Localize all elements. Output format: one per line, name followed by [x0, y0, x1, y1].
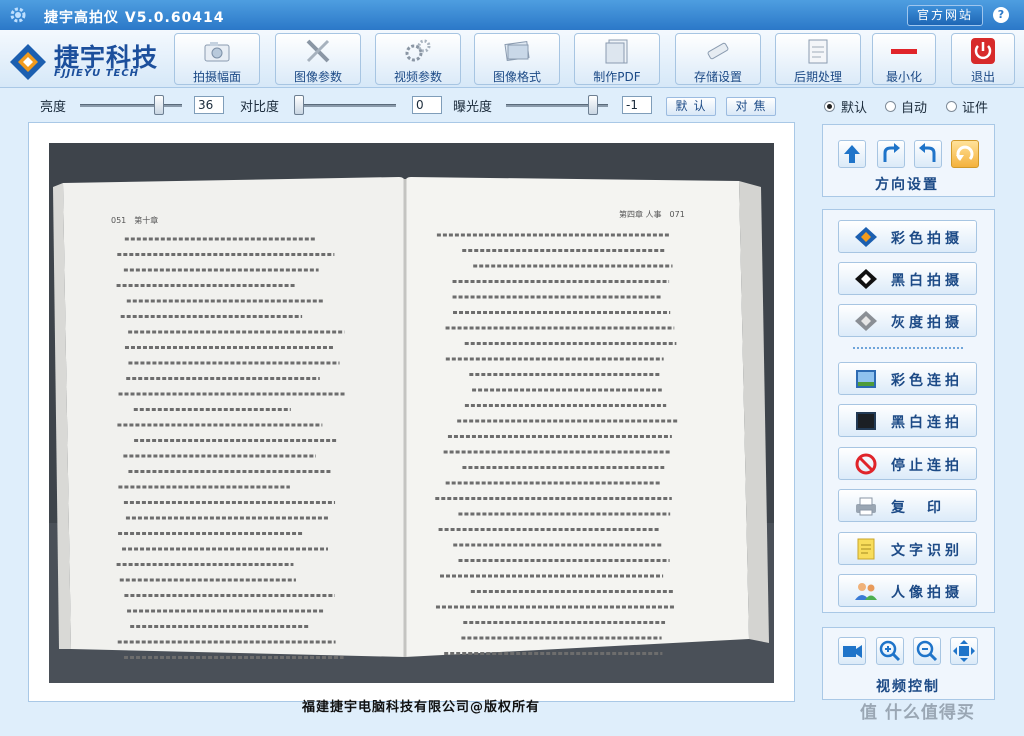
color-capture-icon — [855, 227, 877, 247]
watermark: 值 什么值得买 — [860, 703, 975, 723]
logo-subtitle: FJJIEYU TECH — [54, 68, 140, 79]
post-process-button[interactable]: 后期处理 — [775, 33, 861, 85]
gray-capture-icon — [855, 311, 877, 331]
mode-label-id: 证件 — [962, 101, 989, 116]
book-image: 051 第十章 第四章 人事 071 — [49, 143, 774, 683]
rotate-auto-button[interactable] — [951, 140, 979, 168]
direction-caption: 方向设置 — [875, 177, 939, 193]
rotate-right-button[interactable] — [877, 140, 905, 168]
bw-capture-button[interactable]: 黑白拍摄 — [838, 262, 977, 295]
window-title: 捷宇高拍仪 V5.0.60414 — [44, 10, 225, 26]
rotate-right-icon — [883, 143, 900, 162]
bw-burst-icon — [856, 412, 876, 430]
official-site-button[interactable]: 官方网站 — [907, 5, 983, 26]
brightness-slider-track[interactable] — [80, 104, 182, 107]
record-video-button[interactable] — [838, 637, 866, 665]
notepad-icon — [808, 39, 828, 64]
zoom-in-icon — [879, 640, 901, 662]
portrait-capture-button[interactable]: 人像拍摄 — [838, 574, 977, 607]
minus-icon — [891, 49, 917, 54]
minimize-button[interactable]: 最小化 — [872, 33, 936, 85]
gear-icon[interactable] — [8, 5, 28, 25]
brightness-value-field[interactable]: 36 — [194, 96, 224, 114]
image-params-button[interactable]: 图像参数 — [275, 33, 361, 85]
mode-label-default: 默认 — [841, 101, 868, 116]
fit-screen-icon — [953, 640, 975, 662]
contrast-slider-track[interactable] — [294, 104, 396, 107]
gray-capture-button[interactable]: 灰度拍摄 — [838, 304, 977, 337]
color-capture-button[interactable]: 彩色拍摄 — [838, 220, 977, 253]
mode-radio-default[interactable] — [824, 101, 835, 112]
camera-icon — [204, 42, 230, 62]
contrast-value-field[interactable]: 0 — [412, 96, 442, 114]
video-control-caption: 视频控制 — [876, 679, 940, 695]
section-divider — [853, 347, 963, 350]
rotate-left-button[interactable] — [914, 140, 942, 168]
exposure-label: 曝光度 — [453, 100, 493, 115]
default-button[interactable]: 默认 — [666, 97, 716, 116]
text-recognition-button[interactable]: 文字识别 — [838, 532, 977, 565]
printer-icon — [856, 497, 876, 516]
rotate-auto-icon — [956, 145, 974, 161]
image-format-button[interactable]: 图像格式 — [474, 33, 560, 85]
right-page-header: 第四章 人事 071 — [619, 209, 685, 219]
make-pdf-button[interactable]: 制作PDF — [574, 33, 660, 85]
brightness-slider-thumb[interactable] — [154, 95, 164, 115]
power-icon — [971, 38, 995, 64]
exposure-slider-thumb[interactable] — [588, 95, 598, 115]
exposure-value-field[interactable]: -1 — [622, 96, 652, 114]
color-burst-button[interactable]: 彩色连拍 — [838, 362, 977, 395]
zoom-out-button[interactable] — [913, 637, 941, 665]
gears-icon — [405, 39, 431, 62]
copy-print-button[interactable]: 复 印 — [838, 489, 977, 522]
contrast-slider-thumb[interactable] — [294, 95, 304, 115]
zoom-in-button[interactable] — [876, 637, 904, 665]
video-camera-icon — [843, 645, 862, 658]
document-icon — [857, 538, 875, 560]
copyright-text: 福建捷宇电脑科技有限公司@版权所有 — [302, 700, 541, 715]
logo-mark-icon — [10, 44, 46, 80]
left-page-header: 051 第十章 — [111, 215, 158, 225]
mode-radio-auto[interactable] — [885, 101, 896, 112]
zoom-out-icon — [916, 640, 938, 662]
bw-capture-icon — [855, 269, 877, 289]
stop-burst-button[interactable]: 停止连拍 — [838, 447, 977, 480]
help-icon[interactable]: ? — [993, 7, 1009, 23]
video-params-button[interactable]: 视频参数 — [375, 33, 461, 85]
fit-screen-button[interactable] — [950, 637, 978, 665]
brightness-label: 亮度 — [40, 100, 67, 115]
people-icon — [855, 583, 877, 600]
arrow-up-icon — [844, 145, 860, 163]
main-toolbar: 捷宇科技 FJJIEYU TECH 拍摄幅面 图像参数 视频参数 图像格式 制作… — [0, 30, 1024, 88]
color-burst-icon — [856, 370, 876, 388]
focus-button[interactable]: 对焦 — [726, 97, 776, 116]
usb-drive-icon — [707, 42, 729, 60]
contrast-label: 对比度 — [240, 100, 280, 115]
stop-icon — [855, 453, 877, 475]
capture-size-button[interactable]: 拍摄幅面 — [174, 33, 260, 85]
image-stack-icon — [504, 40, 530, 62]
title-bar: 捷宇高拍仪 V5.0.60414 官方网站 ? — [0, 0, 1024, 30]
mode-radio-id[interactable] — [946, 101, 957, 112]
mode-label-auto: 自动 — [901, 101, 928, 116]
camera-preview[interactable]: 051 第十章 第四章 人事 071 — [49, 143, 774, 683]
exit-button[interactable]: 退出 — [951, 33, 1015, 85]
tools-icon — [306, 39, 330, 63]
arrow-up-button[interactable] — [838, 140, 866, 168]
storage-settings-button[interactable]: 存储设置 — [675, 33, 761, 85]
pdf-icon — [605, 39, 628, 64]
bw-burst-button[interactable]: 黑白连拍 — [838, 404, 977, 437]
rotate-left-icon — [919, 143, 936, 162]
company-logo: 捷宇科技 FJJIEYU TECH — [6, 34, 171, 84]
